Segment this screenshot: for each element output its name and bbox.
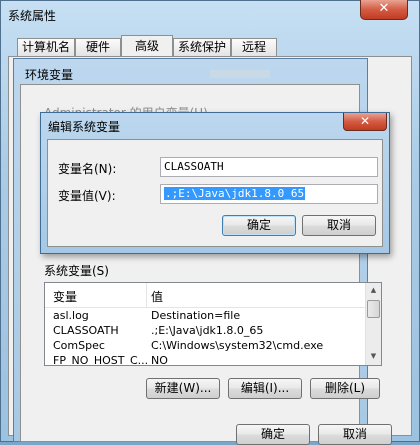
list-item[interactable]: CLASSOATH .;E:\Java\jdk1.8.0_65: [45, 323, 365, 338]
tab-remote[interactable]: 远程: [231, 38, 277, 56]
variable-name: CLASSOATH: [53, 324, 119, 337]
variable-value: .;E:\Java\jdk1.8.0_65: [151, 324, 264, 337]
variable-name-label: 变量名(N):: [58, 162, 117, 176]
system-variables-label: 系统变量(S): [44, 264, 109, 278]
edit-dialog-title: 编辑系统变量: [48, 120, 121, 134]
list-item[interactable]: FP_NO_HOST_C... NO: [45, 353, 365, 366]
edit-dialog-close-button[interactable]: ✕: [343, 113, 387, 131]
variable-value: Destination=file: [151, 309, 241, 322]
variable-name: FP_NO_HOST_C...: [53, 354, 149, 366]
system-properties-title: 系统属性: [8, 9, 57, 23]
scroll-up-arrow-icon[interactable]: ▲: [366, 283, 381, 298]
system-variables-list[interactable]: 变量 值 asl.log Destination=file CLASSOATH …: [44, 282, 382, 366]
variable-value-label: 变量值(V):: [58, 189, 116, 203]
variable-value: NO: [151, 354, 168, 366]
system-properties-close-button[interactable]: ✕: [360, 0, 408, 20]
edit-ok-button[interactable]: 确定: [222, 215, 296, 236]
column-divider[interactable]: [146, 283, 147, 307]
variable-value-field[interactable]: .;E:\Java\jdk1.8.0_65: [160, 184, 378, 204]
tab-advanced[interactable]: 高级: [121, 35, 173, 57]
scroll-down-arrow-icon[interactable]: ▼: [366, 349, 381, 364]
column-header-value[interactable]: 值: [151, 288, 163, 305]
tab-computer-name[interactable]: 计算机名: [17, 38, 75, 56]
list-item[interactable]: ComSpec C:\Windows\system32\cmd.exe: [45, 338, 365, 353]
delete-variable-button[interactable]: 删除(L): [310, 378, 380, 399]
variable-name: ComSpec: [53, 339, 105, 352]
variable-name-text: CLASSOATH: [164, 160, 224, 173]
list-scrollbar[interactable]: ▲ ▼: [365, 283, 381, 365]
variable-name-field[interactable]: CLASSOATH: [160, 157, 378, 177]
scrollbar-thumb[interactable]: [367, 300, 380, 318]
tab-system-protection[interactable]: 系统保护: [173, 38, 231, 56]
edit-cancel-button[interactable]: 取消: [302, 215, 376, 236]
list-header: 变量 值: [45, 283, 365, 308]
column-header-variable[interactable]: 变量: [53, 288, 77, 305]
blurred-title-text: [210, 70, 270, 78]
variable-name: asl.log: [53, 309, 89, 322]
tab-hardware[interactable]: 硬件: [75, 38, 121, 56]
edit-variable-button[interactable]: 编辑(I)...: [228, 378, 302, 399]
list-item[interactable]: asl.log Destination=file: [45, 308, 365, 323]
environment-variables-title: 环境变量: [25, 68, 74, 82]
variable-value-selected-text: .;E:\Java\jdk1.8.0_65: [164, 187, 306, 200]
variable-value: C:\Windows\system32\cmd.exe: [151, 339, 324, 352]
new-variable-button[interactable]: 新建(W)...: [146, 378, 220, 399]
